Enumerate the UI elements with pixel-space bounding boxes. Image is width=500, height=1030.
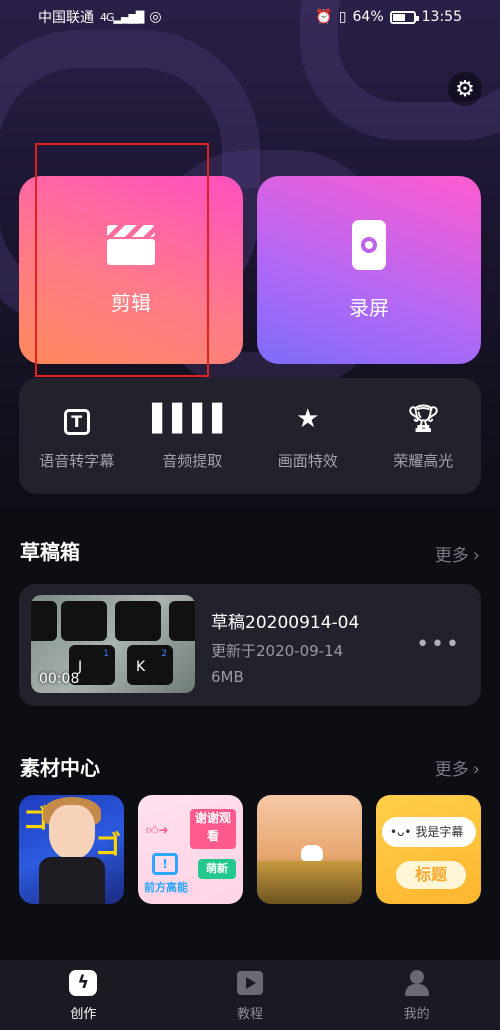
chevron-right-icon: › — [472, 545, 480, 566]
title-sticker: 标题 — [396, 861, 466, 889]
materials-title: 素材中心 — [20, 756, 100, 780]
tool-label: 音频提取 — [162, 451, 223, 470]
cat-figure — [301, 845, 323, 861]
material-thumb-subtitle[interactable]: •ᴗ• 我是字幕 标题 — [376, 795, 481, 904]
magic-star-icon: ★ — [296, 403, 320, 434]
tab-label: 我的 — [403, 1006, 430, 1022]
vibrate-icon: ▯ — [338, 9, 347, 25]
tab-label: 创作 — [70, 1006, 97, 1022]
audio-wave-icon: ▌▌▌▌ — [152, 403, 233, 434]
lightning-icon: ϟ — [69, 969, 98, 996]
tv-icon: ! — [152, 853, 178, 875]
newbie-sticker: 萌新 — [198, 859, 236, 879]
drafts-more-link[interactable]: 更多 › — [435, 541, 480, 566]
carrier-name: 中国联通 — [38, 10, 94, 26]
tab-label: 教程 — [236, 1006, 263, 1022]
draft-name: 草稿20200914-04 — [211, 613, 360, 633]
status-bar: 中国联通 4G▂▄▆█ ◎ ⏰ ▯ 64% 13:55 — [0, 0, 500, 34]
tools-panel: T 语音转字幕 ▌▌▌▌ 音频提取 ★ 画面特效 🏆︎ 荣耀高光 — [19, 378, 481, 494]
alarm-icon: ⏰ — [315, 9, 333, 25]
tool-label: 荣耀高光 — [393, 451, 454, 470]
record-phone-icon — [352, 219, 386, 270]
draft-item[interactable]: J1 K2 00:08 草稿20200914-04 更新于2020-09-14 … — [19, 584, 481, 706]
subtitle-t-icon: T — [63, 402, 90, 436]
thanks-sticker: 谢谢观看 — [190, 809, 236, 849]
screen-record-card[interactable]: 录屏 — [257, 176, 481, 364]
tool-audio-extract[interactable]: ▌▌▌▌ 音频提取 — [137, 402, 247, 471]
signal-icon: 4G▂▄▆█ — [100, 10, 144, 24]
hotspot-icon: ◎ — [149, 9, 162, 25]
tool-visual-effects[interactable]: ★ 画面特效 — [253, 402, 363, 471]
chevron-right-icon: › — [472, 759, 480, 780]
tab-create[interactable]: ϟ 创作 — [23, 969, 143, 1022]
tool-honor-highlights[interactable]: 🏆︎ 荣耀高光 — [368, 402, 478, 471]
warning-caption: 前方高能 — [144, 881, 188, 894]
tab-tutorial[interactable]: 教程 — [190, 969, 310, 1022]
tool-label: 语音转字幕 — [39, 451, 115, 470]
draft-updated: 更新于2020-09-14 — [211, 642, 344, 660]
trophy-icon: 🏆︎ — [406, 403, 440, 434]
edit-card[interactable]: 剪辑 — [19, 176, 243, 364]
battery-icon — [389, 10, 419, 24]
bottom-tab-bar: ϟ 创作 教程 我的 — [0, 960, 500, 1030]
more-options-icon[interactable]: ••• — [416, 632, 461, 657]
settings-gear-icon[interactable]: ⚙ — [448, 72, 482, 106]
clock: 13:55 — [421, 9, 462, 25]
material-thumb-scene[interactable] — [257, 795, 362, 904]
tool-label: 画面特效 — [277, 451, 338, 470]
draft-size: 6MB — [211, 668, 244, 686]
subtitle-bubble: •ᴗ• 我是字幕 — [382, 817, 476, 847]
battery-percent: 64% — [352, 9, 384, 25]
thumbs-up-icon: 👍︎➜ — [146, 823, 169, 837]
record-label: 录屏 — [349, 295, 389, 320]
user-profile-icon — [404, 969, 430, 996]
clapperboard-icon — [107, 224, 155, 265]
edit-label: 剪辑 — [111, 290, 151, 315]
play-video-icon — [236, 970, 263, 995]
material-thumb-stickers[interactable]: 👍︎➜ 谢谢观看 ! 萌新 前方高能 — [138, 795, 243, 904]
materials-more-link[interactable]: 更多 › — [435, 755, 480, 780]
material-thumb-anime[interactable]: ゴ ゴ — [19, 795, 124, 904]
tab-mine[interactable]: 我的 — [357, 969, 477, 1022]
draft-duration: 00:08 — [39, 671, 80, 687]
tool-speech-to-subtitle[interactable]: T 语音转字幕 — [22, 402, 132, 471]
draft-thumbnail: J1 K2 00:08 — [31, 595, 195, 693]
drafts-title: 草稿箱 — [20, 540, 80, 564]
